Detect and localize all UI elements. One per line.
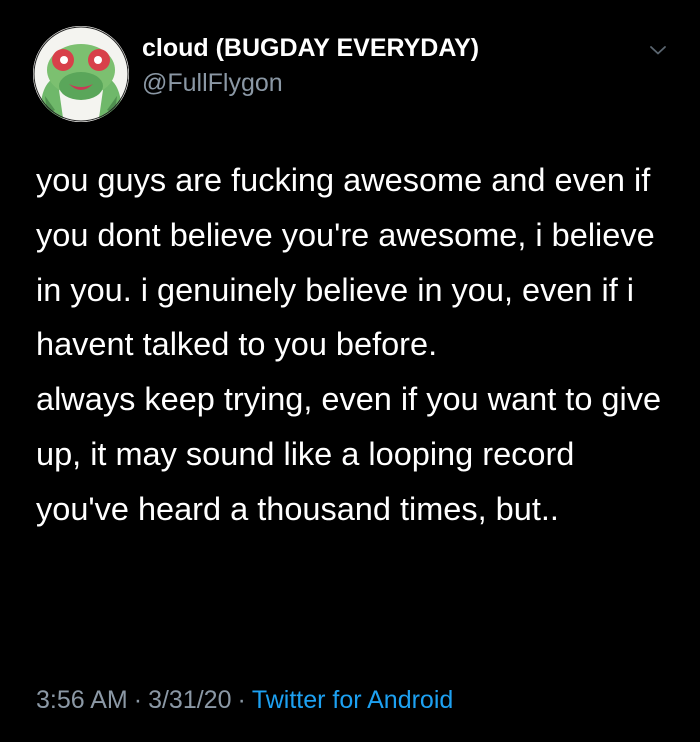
tweet-paragraph: you guys are fucking awesome and even if… xyxy=(36,162,655,363)
tweet-source-link[interactable]: Twitter for Android xyxy=(252,686,453,714)
flygon-avatar-icon xyxy=(33,26,129,122)
tweet-meta: 3:56 AM · 3/31/20 · Twitter for Android xyxy=(36,686,453,715)
user-handle[interactable]: @FullFlygon xyxy=(142,69,283,98)
meta-separator: · xyxy=(133,686,143,714)
meta-separator: · xyxy=(237,686,246,714)
display-name[interactable]: cloud (BUGDAY EVERYDAY) xyxy=(142,34,479,63)
tweet-text: you guys are fucking awesome and even if… xyxy=(36,153,676,537)
chevron-down-icon[interactable] xyxy=(646,38,670,62)
avatar[interactable] xyxy=(33,26,129,122)
tweet-time[interactable]: 3:56 AM xyxy=(36,686,128,714)
tweet-date[interactable]: 3/31/20 xyxy=(148,686,231,714)
tweet-paragraph: always keep trying, even if you want to … xyxy=(36,381,662,527)
